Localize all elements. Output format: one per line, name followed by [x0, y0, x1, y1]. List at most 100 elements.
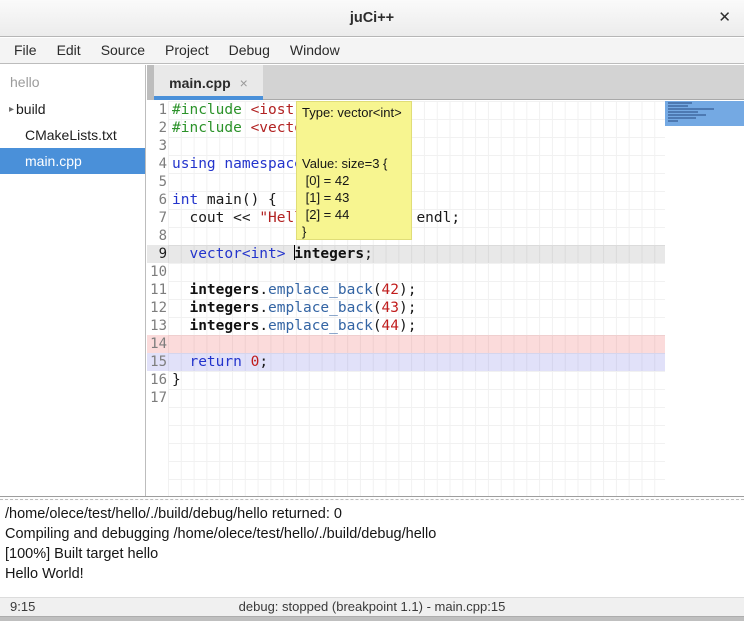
code-token: return [189, 354, 241, 370]
code-token [172, 282, 189, 298]
code-token: } [172, 372, 181, 388]
code-token: ); [399, 300, 416, 316]
tab-bar: main.cpp × [147, 65, 744, 100]
code-token: 43 [382, 300, 399, 316]
line-number: 10 [147, 263, 167, 281]
code-line[interactable]: vector<int> integers; [168, 245, 665, 263]
tab-bar-edge [147, 65, 154, 100]
line-number: 12 [147, 299, 167, 317]
menu-item-project[interactable]: Project [155, 38, 219, 63]
expander-icon[interactable]: ▸ [0, 104, 16, 115]
code-line[interactable]: integers.emplace_back(43); [168, 299, 665, 317]
window-title: juCi++ [0, 0, 744, 37]
code-line[interactable]: return 0; [168, 353, 665, 371]
code-token: ; [259, 354, 268, 370]
code-token [172, 300, 189, 316]
code-token: #include [172, 102, 242, 118]
minimap-code-line [668, 117, 696, 119]
output-line: Hello World! [5, 564, 739, 584]
editor-pane: main.cpp × 1234567891011121314151617 #in… [147, 65, 744, 496]
code-token: vector<int> [189, 246, 285, 262]
code-token [242, 102, 251, 118]
title-bar: juCi++ ✕ [0, 0, 744, 37]
debug-value-tooltip: Type: vector<int> Value: size=3 { [0] = … [296, 101, 412, 240]
build-output-panel: /home/olece/test/hello/./build/debug/hel… [0, 501, 744, 597]
project-name-label: hello [0, 65, 145, 96]
code-token: emplace_back [268, 318, 373, 334]
code-token [172, 246, 189, 262]
code-token: integers [189, 318, 259, 334]
menu-item-edit[interactable]: Edit [47, 38, 91, 63]
output-line: /home/olece/test/hello/./build/debug/hel… [5, 504, 739, 524]
menu-item-source[interactable]: Source [91, 38, 155, 63]
code-token [286, 246, 295, 262]
minimap-code-line [668, 108, 714, 110]
minimap-code-line [668, 114, 706, 116]
window-bottom-edge [0, 616, 744, 621]
line-number: 16 [147, 371, 167, 389]
code-token: . [259, 300, 268, 316]
code-token: . [259, 282, 268, 298]
code-token: #include [172, 120, 242, 136]
editor-body: 1234567891011121314151617 #include <iost… [147, 101, 744, 496]
code-line[interactable]: #include <vector> [168, 119, 665, 137]
code-line[interactable]: } [168, 371, 665, 389]
line-number: 6 [147, 191, 167, 209]
code-token [242, 354, 251, 370]
code-token: ); [399, 282, 416, 298]
sidebar-item-main-cpp[interactable]: main.cpp [0, 148, 145, 174]
sidebar-item-cmakelists-txt[interactable]: CMakeLists.txt [0, 122, 145, 148]
debug-status: debug: stopped (breakpoint 1.1) - main.c… [0, 598, 744, 616]
code-line[interactable]: using namespace std; [168, 155, 665, 173]
tab-close-icon[interactable]: × [240, 75, 248, 91]
line-number: 3 [147, 137, 167, 155]
output-line: Compiling and debugging /home/olece/test… [5, 524, 739, 544]
menu-item-file[interactable]: File [4, 38, 47, 63]
code-line[interactable]: integers.emplace_back(44); [168, 317, 665, 335]
code-token: 42 [382, 282, 399, 298]
code-token: using [172, 156, 216, 172]
code-token: emplace_back [268, 300, 373, 316]
code-token: integers [189, 282, 259, 298]
line-number: 14 [147, 335, 167, 353]
minimap-code-line [668, 111, 698, 113]
menu-item-window[interactable]: Window [280, 38, 350, 63]
code-line[interactable]: integers.emplace_back(42); [168, 281, 665, 299]
code-line[interactable]: #include <iostream> [168, 101, 665, 119]
line-number: 15 [147, 353, 167, 371]
code-token: main() { [198, 192, 277, 208]
code-token: integers [294, 246, 364, 262]
minimap-code-line [668, 105, 688, 107]
code-token: ; [364, 246, 373, 262]
code-line[interactable]: int main() { [168, 191, 665, 209]
tab-label: main.cpp [169, 75, 230, 91]
code-token: . [259, 318, 268, 334]
menu-item-debug[interactable]: Debug [219, 38, 280, 63]
source-overview-map[interactable] [665, 101, 744, 496]
code-line[interactable]: cout << "Hello World!" << endl; [168, 209, 665, 227]
line-number: 8 [147, 227, 167, 245]
code-token: emplace_back [268, 282, 373, 298]
status-bar: 9:15 debug: stopped (breakpoint 1.1) - m… [0, 597, 744, 616]
active-tab-indicator [154, 96, 263, 100]
line-number: 11 [147, 281, 167, 299]
file-tree: ▸buildCMakeLists.txtmain.cpp [0, 96, 145, 174]
sidebar-item-label: main.cpp [0, 153, 82, 169]
tab-main-cpp[interactable]: main.cpp × [154, 65, 263, 100]
code-token: ( [373, 300, 382, 316]
output-line: [100%] Built target hello [5, 544, 739, 564]
sidebar-item-build[interactable]: ▸build [0, 96, 145, 122]
minimap-code-line [668, 120, 678, 122]
minimap-visible-region[interactable] [665, 101, 744, 126]
line-number: 9 [147, 245, 167, 263]
sidebar-item-label: build [16, 101, 46, 117]
line-number: 5 [147, 173, 167, 191]
window-close-icon[interactable]: ✕ [718, 0, 731, 37]
code-token: ( [373, 318, 382, 334]
code-token: 44 [382, 318, 399, 334]
code-token: cout << [172, 210, 259, 226]
minimap-code-line [668, 102, 692, 104]
line-number: 17 [147, 389, 167, 407]
line-number: 1 [147, 101, 167, 119]
code-token [172, 318, 189, 334]
